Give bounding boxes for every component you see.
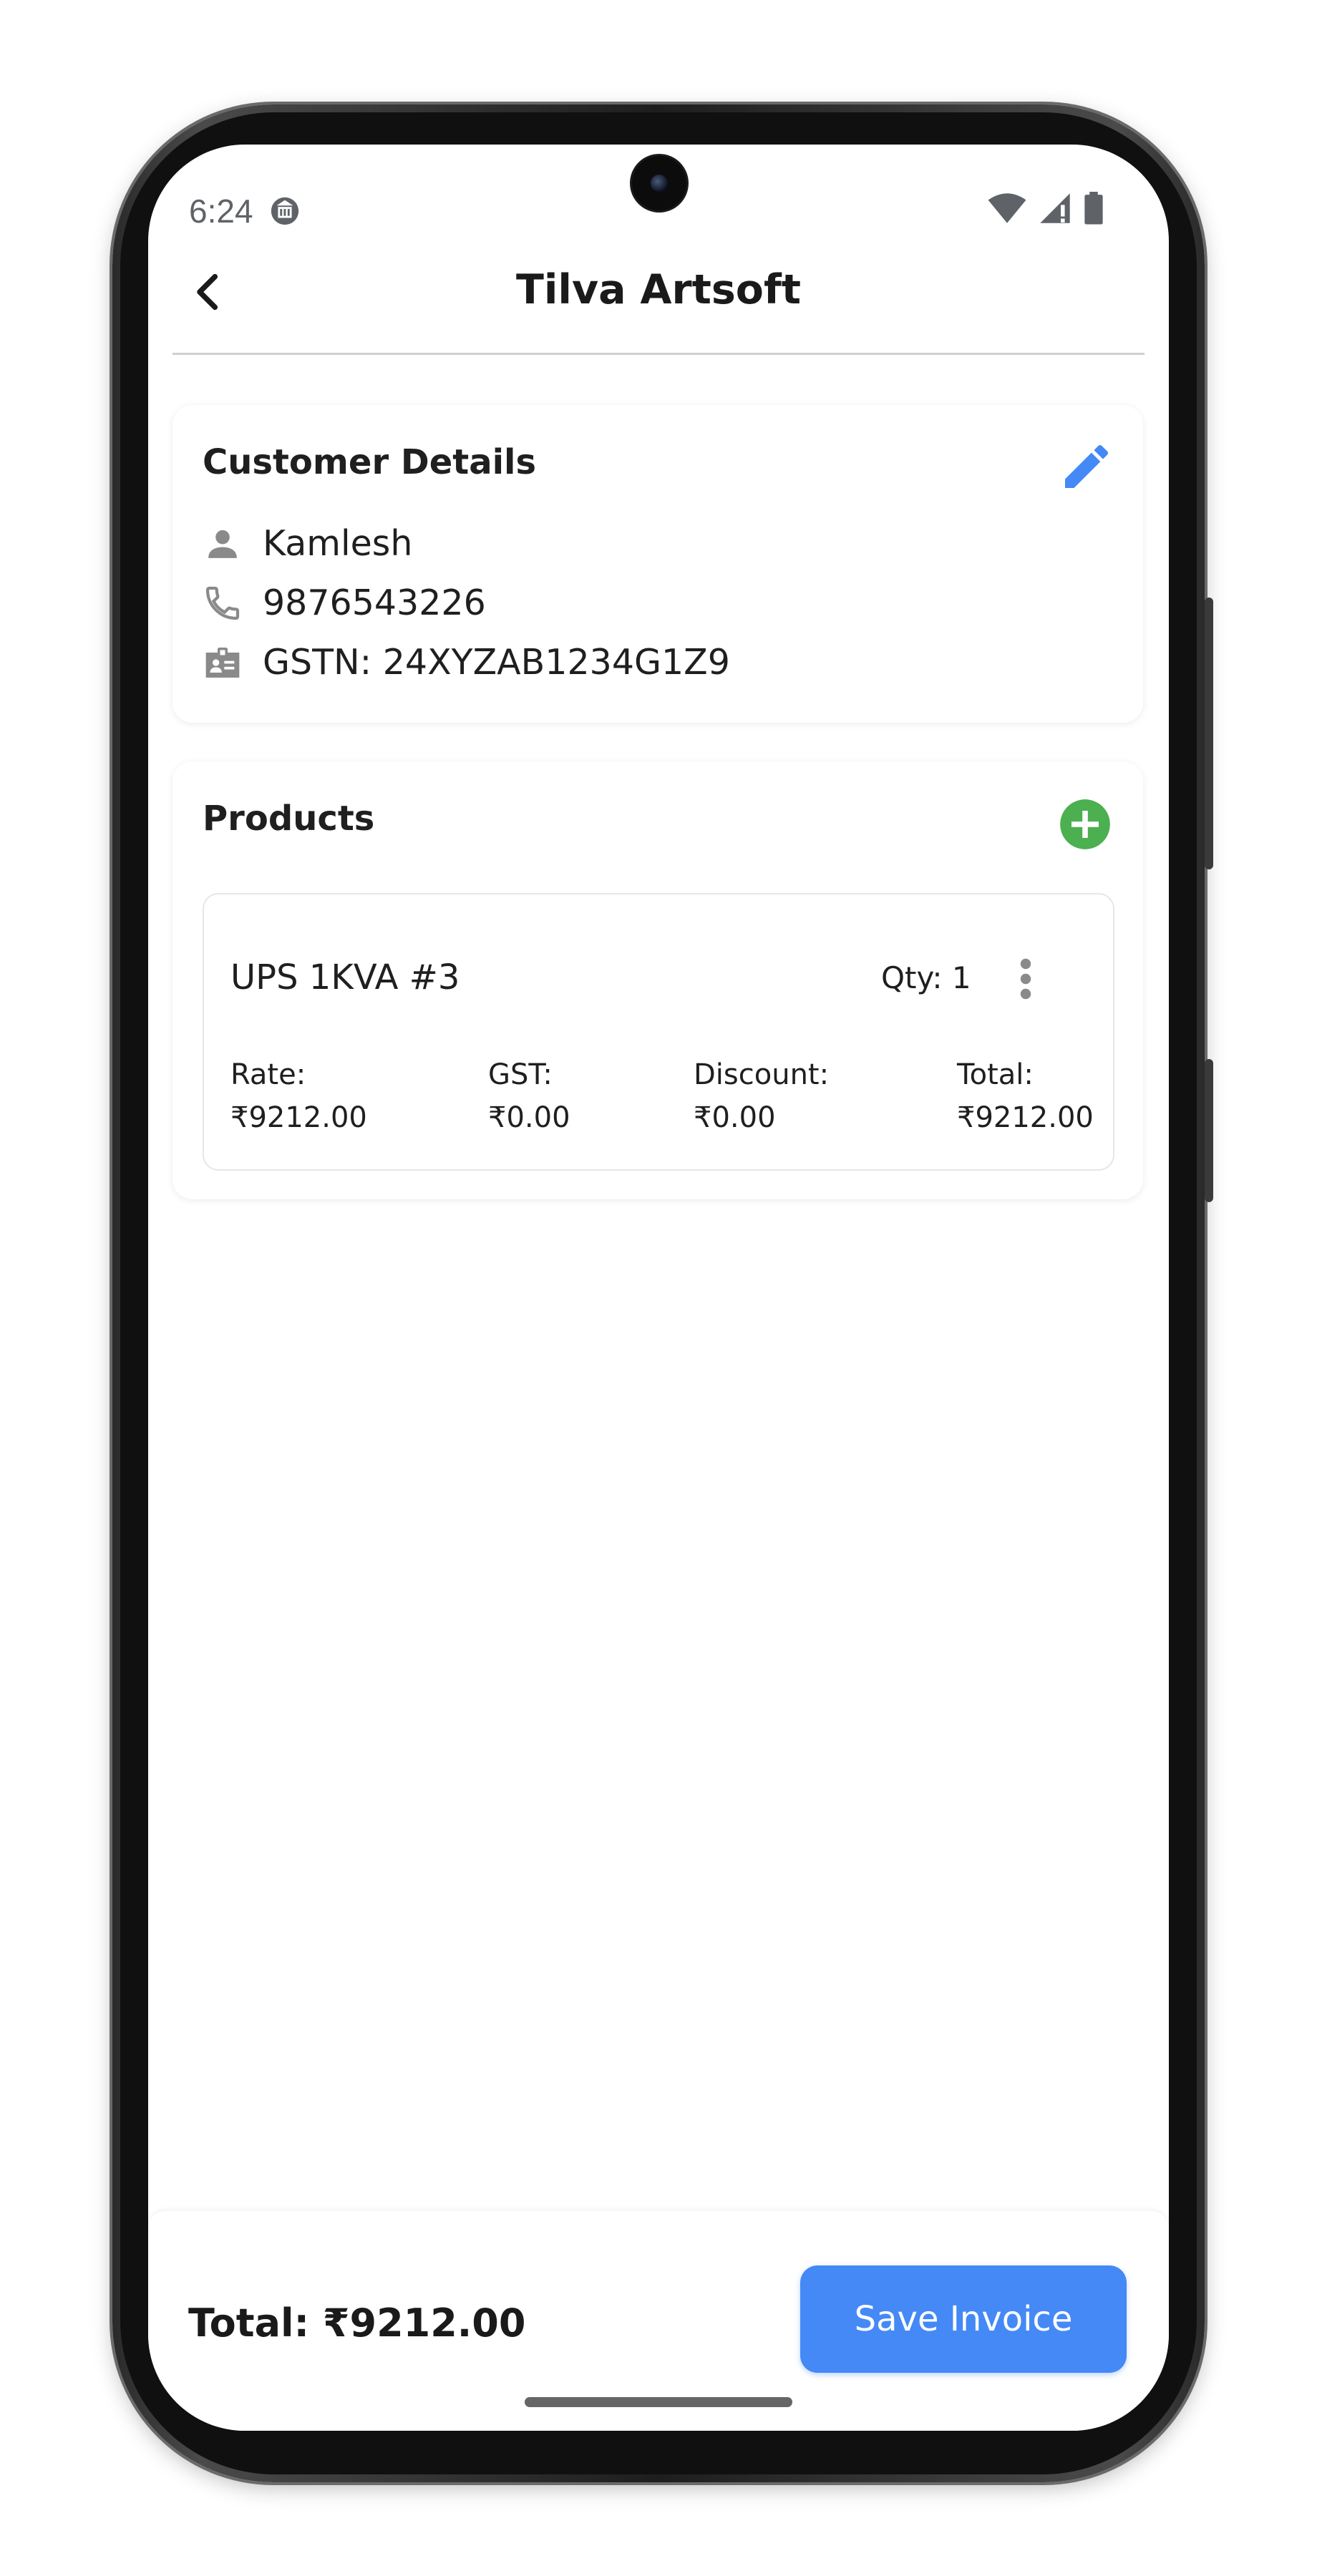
products-card: Products UPS 1KVA #3 Qty: 1 Rate: ₹9212.…	[172, 761, 1143, 1199]
invoice-total: Total: ₹9212.00	[188, 2301, 526, 2346]
more-vert-icon[interactable]	[1017, 957, 1034, 1000]
product-total: Total: ₹9212.00	[957, 1053, 1094, 1139]
gst-label: GST:	[488, 1058, 553, 1091]
product-rate: Rate: ₹9212.00	[230, 1053, 367, 1139]
power-button	[1205, 597, 1213, 869]
volume-button	[1205, 1059, 1213, 1202]
product-qty: Qty: 1	[881, 960, 971, 995]
home-indicator[interactable]	[525, 2397, 792, 2407]
customer-phone: 9876543226	[263, 582, 486, 623]
signal-icon	[1040, 193, 1070, 223]
appbar-divider	[172, 353, 1145, 355]
customer-details-card: Customer Details Kamlesh 9876543226 GSTN…	[172, 405, 1143, 723]
app-screen: 6:24 Tilva Artsoft Customer Details Kaml…	[148, 145, 1169, 2431]
battery-icon	[1084, 192, 1103, 225]
id-badge-icon	[205, 647, 240, 678]
status-icons	[987, 192, 1104, 225]
product-discount: Discount: ₹0.00	[694, 1053, 829, 1139]
phone-icon	[205, 586, 240, 620]
page-title: Tilva Artsoft	[515, 266, 802, 313]
wifi-icon	[988, 193, 1026, 223]
customer-gstn: GSTN: 24XYZAB1234G1Z9	[263, 642, 730, 683]
customer-name-row: Kamlesh	[203, 523, 412, 564]
person-icon	[208, 530, 237, 558]
save-invoice-button[interactable]: Save Invoice	[800, 2265, 1127, 2373]
total-value: ₹9212.00	[957, 1101, 1094, 1134]
total-label: Total:	[957, 1058, 1034, 1091]
customer-details-title: Customer Details	[203, 442, 537, 482]
notification-icon	[271, 197, 299, 225]
customer-gstn-row: GSTN: 24XYZAB1234G1Z9	[203, 642, 730, 683]
product-name: UPS 1KVA #3	[230, 957, 460, 997]
front-camera	[632, 156, 686, 210]
status-time: 6:24	[189, 192, 253, 230]
gst-value: ₹0.00	[488, 1101, 570, 1134]
add-circle-icon[interactable]	[1058, 797, 1112, 852]
customer-phone-row: 9876543226	[203, 582, 486, 623]
rate-label: Rate:	[230, 1058, 306, 1091]
discount-value: ₹0.00	[694, 1101, 776, 1134]
pencil-icon[interactable]	[1058, 438, 1115, 495]
rate-value: ₹9212.00	[230, 1101, 367, 1134]
products-title: Products	[203, 799, 375, 839]
discount-label: Discount:	[694, 1058, 830, 1091]
product-item[interactable]: UPS 1KVA #3 Qty: 1 Rate: ₹9212.00 GST: ₹…	[203, 893, 1114, 1171]
customer-name: Kamlesh	[263, 523, 413, 564]
product-gst: GST: ₹0.00	[488, 1053, 570, 1139]
